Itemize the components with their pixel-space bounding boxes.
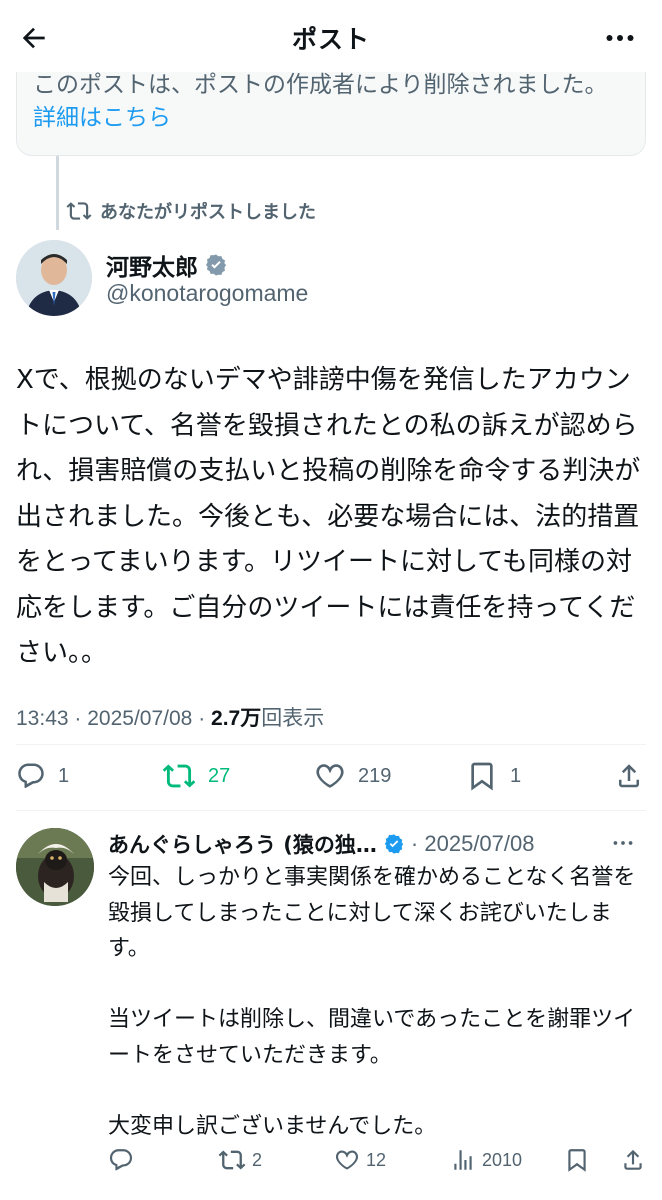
reply-views-button[interactable]: 2010 <box>450 1144 522 1176</box>
deleted-post-message: このポストは、ポストの作成者により削除されました。 <box>33 72 608 98</box>
reply-icon <box>109 1149 133 1171</box>
divider <box>16 810 646 811</box>
separator-dot: · <box>198 707 212 730</box>
like-count: 219 <box>358 764 392 787</box>
reply-author-avatar[interactable] <box>16 828 94 906</box>
reply-share-button[interactable] <box>620 1144 646 1176</box>
reply-icon <box>18 763 44 789</box>
share-icon <box>624 1149 642 1170</box>
more-horizontal-icon <box>613 841 633 845</box>
post-metadata: 13:43 · 2025/07/08 · 2.7万回表示 <box>16 702 324 732</box>
more-horizontal-icon <box>606 35 634 41</box>
deleted-post-notice: このポストは、ポストの作成者により削除されました。詳細はこちら <box>33 69 629 135</box>
verified-badge-icon <box>383 833 405 855</box>
share-button[interactable] <box>614 756 644 796</box>
reply-bookmark-button[interactable] <box>564 1144 590 1176</box>
reply-views-count: 2010 <box>482 1149 523 1170</box>
repost-icon <box>162 764 196 788</box>
repost-button[interactable]: 27 <box>162 756 230 796</box>
page-title: ポスト <box>291 25 370 54</box>
post-action-bar: 1 27 219 1 <box>16 756 646 796</box>
repost-icon <box>66 202 92 220</box>
reply-repost-count: 2 <box>252 1149 263 1170</box>
more-options-button[interactable] <box>600 18 640 58</box>
post-time[interactable]: 13:43 <box>16 707 69 730</box>
repost-label: あなたがリポストしました <box>100 202 316 223</box>
avatar-photo <box>16 240 92 316</box>
top-bar: ポスト <box>0 0 662 72</box>
views-icon <box>454 1150 472 1170</box>
bookmark-icon <box>568 1149 586 1172</box>
post-text: Xで、根拠のないデマや誹謗中傷を発信したアカウントについて、名誉を毀損されたとの… <box>16 365 641 668</box>
separator-dot: · <box>74 707 88 730</box>
heart-icon <box>335 1150 359 1170</box>
heart-icon <box>316 764 344 788</box>
bookmark-icon <box>471 762 493 791</box>
author-name[interactable]: 河野太郎 <box>106 248 228 282</box>
author-display-name: 河野太郎 <box>106 255 198 281</box>
reply-header: あんぐらしゃろう (猿の独… · 2025/07/08 <box>108 828 648 860</box>
thread-connector-line <box>56 156 59 230</box>
author-handle[interactable]: @konotarogomame <box>106 280 308 307</box>
bookmark-button[interactable]: 1 <box>466 756 521 796</box>
reply-like-count: 12 <box>366 1149 387 1170</box>
views-count: 2.7万 <box>211 707 262 730</box>
verified-badge-icon <box>204 253 228 277</box>
reply-date[interactable]: · 2025/07/08 <box>411 831 535 857</box>
share-icon <box>619 764 639 788</box>
reply-more-button[interactable] <box>610 830 636 861</box>
like-button[interactable]: 219 <box>314 756 391 796</box>
reply-count: 1 <box>58 764 70 787</box>
reply-author-name[interactable]: あんぐらしゃろう (猿の独… <box>108 829 377 859</box>
views-label: 回表示 <box>261 707 325 730</box>
reply-like-button[interactable]: 12 <box>334 1144 386 1176</box>
reply-date-value: 2025/07/08 <box>424 831 535 856</box>
reply-reply-button[interactable] <box>108 1144 140 1176</box>
repost-icon <box>218 1150 246 1170</box>
reply-button[interactable]: 1 <box>16 756 69 796</box>
reply-action-bar: 2 12 2010 <box>108 1144 648 1176</box>
reply-text: 今回、しっかりと事実関係を確かめることなく名誉を毀損してしまったことに対して深く… <box>108 865 636 1139</box>
author-avatar[interactable] <box>16 240 92 316</box>
learn-more-link[interactable]: 詳細はこちら <box>33 105 171 131</box>
avatar-photo <box>16 828 94 906</box>
reply-repost-button[interactable]: 2 <box>218 1144 262 1176</box>
repost-count: 27 <box>208 764 231 787</box>
post-date[interactable]: 2025/07/08 <box>87 707 192 730</box>
repost-indicator: あなたがリポストしました <box>66 196 316 226</box>
divider <box>16 744 646 745</box>
bookmark-count: 1 <box>510 764 522 787</box>
